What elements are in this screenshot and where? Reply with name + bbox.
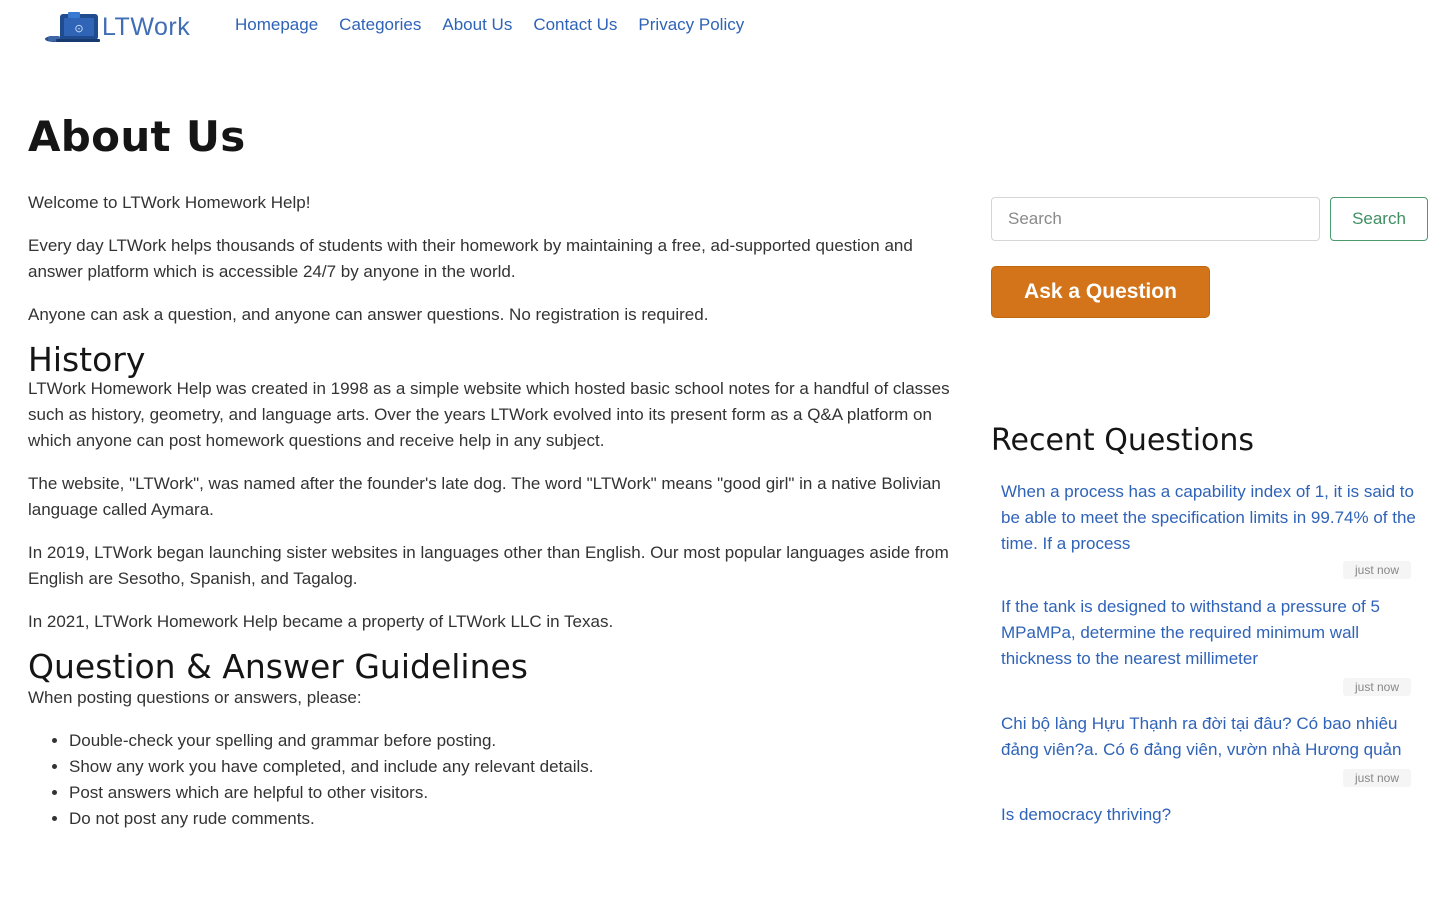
list-item: Is democracy thriving? <box>1001 802 1419 828</box>
main-nav: Homepage Categories About Us Contact Us … <box>235 14 765 36</box>
recent-question-link[interactable]: If the tank is designed to withstand a p… <box>1001 594 1421 672</box>
time-badge: just now <box>1343 678 1411 696</box>
nav-about-us[interactable]: About Us <box>442 14 512 36</box>
guideline-item: Show any work you have completed, and in… <box>69 754 963 780</box>
list-item: When a process has a capability index of… <box>1001 479 1419 579</box>
recent-question-link[interactable]: Is democracy thriving? <box>1001 802 1421 828</box>
guideline-item: Do not post any rude comments. <box>69 806 963 832</box>
guidelines-intro: When posting questions or answers, pleas… <box>28 688 362 707</box>
site-logo[interactable]: ⊙ LTWork <box>42 8 190 46</box>
main-content: About Us Welcome to LTWork Homework Help… <box>28 108 963 832</box>
search-form: Search <box>991 197 1431 241</box>
history-paragraph: In 2021, LTWork Homework Help became a p… <box>28 612 614 631</box>
search-input[interactable] <box>991 197 1320 241</box>
recent-questions-heading: Recent Questions <box>991 423 1255 458</box>
recent-question-link[interactable]: When a process has a capability index of… <box>1001 479 1421 557</box>
laptop-book-icon: ⊙ <box>42 10 100 44</box>
search-button[interactable]: Search <box>1330 197 1428 241</box>
nav-categories[interactable]: Categories <box>339 14 421 36</box>
list-item: If the tank is designed to withstand a p… <box>1001 594 1419 696</box>
nav-contact-us[interactable]: Contact Us <box>533 14 617 36</box>
intro-paragraph: Every day LTWork helps thousands of stud… <box>28 236 913 281</box>
svg-text:⊙: ⊙ <box>74 22 83 35</box>
guidelines-list: Double-check your spelling and grammar b… <box>28 728 963 832</box>
nav-homepage[interactable]: Homepage <box>235 14 318 36</box>
time-badge: just now <box>1343 561 1411 579</box>
top-navbar: ⊙ LTWork Homepage Categories About Us Co… <box>0 0 1440 56</box>
intro-paragraph: Welcome to LTWork Homework Help! <box>28 193 311 212</box>
logo-text: LTWork <box>102 12 191 41</box>
list-item: Chi bộ làng Hựu Thạnh ra đời tại đâu? Có… <box>1001 711 1419 787</box>
guideline-item: Double-check your spelling and grammar b… <box>69 728 963 754</box>
nav-privacy-policy[interactable]: Privacy Policy <box>638 14 744 36</box>
intro-paragraph: Anyone can ask a question, and anyone ca… <box>28 305 709 324</box>
history-heading: History <box>28 340 146 379</box>
history-paragraph: The website, "LTWork", was named after t… <box>28 474 941 519</box>
recent-questions-list: When a process has a capability index of… <box>991 479 1419 828</box>
time-badge: just now <box>1343 769 1411 787</box>
history-paragraph: LTWork Homework Help was created in 1998… <box>28 379 950 450</box>
page-title: About Us <box>28 112 246 161</box>
guideline-item: Post answers which are helpful to other … <box>69 780 963 806</box>
recent-question-link[interactable]: Chi bộ làng Hựu Thạnh ra đời tại đâu? Có… <box>1001 711 1421 763</box>
ask-question-button[interactable]: Ask a Question <box>991 266 1210 318</box>
guidelines-heading: Question & Answer Guidelines <box>28 647 528 686</box>
history-paragraph: In 2019, LTWork began launching sister w… <box>28 543 949 588</box>
sidebar: Search Ask a Question Recent Questions W… <box>991 197 1431 828</box>
